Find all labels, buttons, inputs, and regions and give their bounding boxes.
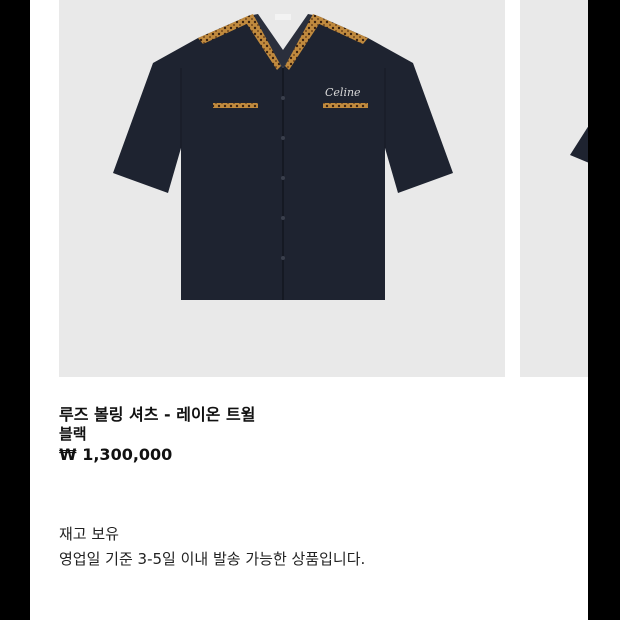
product-page: Celine 루즈 볼링 셔츠 - 레이온 트윌 블랙 ₩ 1,300,000 … xyxy=(30,0,588,620)
product-price: ₩ 1,300,000 xyxy=(59,445,173,464)
shirt-image: Celine xyxy=(113,14,453,300)
embroidery-text: Celine xyxy=(325,86,361,99)
shipping-info: 영업일 기준 3-5일 이내 발송 가능한 상품입니다. xyxy=(59,550,366,568)
product-name[interactable]: 루즈 볼링 셔츠 - 레이온 트윌 xyxy=(59,401,255,425)
stock-status: 재고 보유 xyxy=(59,525,119,543)
product-color: 블랙 xyxy=(59,425,87,443)
next-shirt-image xyxy=(570,126,588,163)
product-image-card[interactable]: Celine xyxy=(59,0,505,377)
next-product-image-card[interactable] xyxy=(520,0,588,377)
